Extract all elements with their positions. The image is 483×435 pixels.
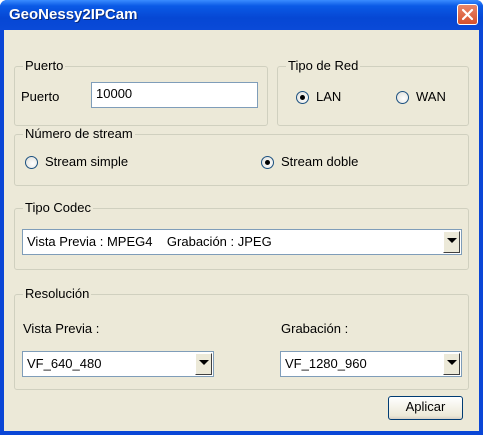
stream-group: Número de stream Stream simple Stream do… — [14, 126, 469, 186]
preview-resolution-label: Vista Previa : — [23, 321, 100, 336]
apply-button[interactable]: Aplicar — [388, 396, 463, 420]
chevron-down-icon — [199, 360, 209, 365]
radio-stream-simple-label[interactable]: Stream simple — [45, 154, 128, 170]
chevron-down-icon — [447, 238, 457, 243]
close-icon — [461, 8, 474, 21]
puerto-group: Puerto Puerto 10000 — [14, 58, 268, 126]
codec-dropdown-button[interactable] — [443, 231, 460, 253]
window-title: GeoNessy2IPCam — [9, 6, 138, 23]
radio-stream-doble[interactable] — [261, 156, 274, 169]
tipo-red-group: Tipo de Red LAN WAN — [277, 58, 469, 126]
radio-stream-doble-label[interactable]: Stream doble — [281, 154, 358, 170]
codec-group: Tipo Codec Vista Previa : MPEG4 Grabació… — [14, 200, 469, 270]
preview-resolution-select[interactable]: VF_640_480 — [22, 351, 214, 377]
resolucion-group-label: Resolución — [23, 286, 92, 302]
radio-wan-label[interactable]: WAN — [416, 89, 446, 105]
chevron-down-icon — [447, 360, 457, 365]
tipo-red-group-label: Tipo de Red — [286, 58, 361, 74]
puerto-label: Puerto — [21, 89, 60, 104]
title-bar[interactable]: GeoNessy2IPCam — [0, 0, 483, 30]
radio-lan-label[interactable]: LAN — [316, 89, 341, 105]
puerto-group-label: Puerto — [23, 58, 66, 74]
stream-group-label: Número de stream — [23, 126, 135, 142]
radio-lan[interactable] — [296, 91, 309, 104]
radio-stream-simple[interactable] — [25, 156, 38, 169]
resolucion-group: Resolución Vista Previa : VF_640_480 Gra… — [14, 286, 469, 390]
preview-dropdown-button[interactable] — [195, 353, 212, 375]
codec-group-label: Tipo Codec — [23, 200, 93, 216]
codec-select[interactable]: Vista Previa : MPEG4 Grabación : JPEG — [22, 229, 462, 255]
preview-resolution-value: VF_640_480 — [27, 356, 102, 371]
dialog-body: Puerto Puerto 10000 Tipo de Red LAN WAN … — [4, 30, 479, 431]
radio-wan[interactable] — [396, 91, 409, 104]
codec-select-value: Vista Previa : MPEG4 Grabación : JPEG — [27, 234, 272, 249]
record-resolution-value: VF_1280_960 — [285, 356, 367, 371]
record-resolution-label: Grabación : — [281, 321, 349, 336]
dialog-window: GeoNessy2IPCam Puerto Puerto 10000 Tipo … — [0, 0, 483, 435]
record-resolution-select[interactable]: VF_1280_960 — [280, 351, 462, 377]
record-dropdown-button[interactable] — [443, 353, 460, 375]
close-button[interactable] — [457, 4, 478, 25]
puerto-input[interactable]: 10000 — [91, 82, 258, 108]
